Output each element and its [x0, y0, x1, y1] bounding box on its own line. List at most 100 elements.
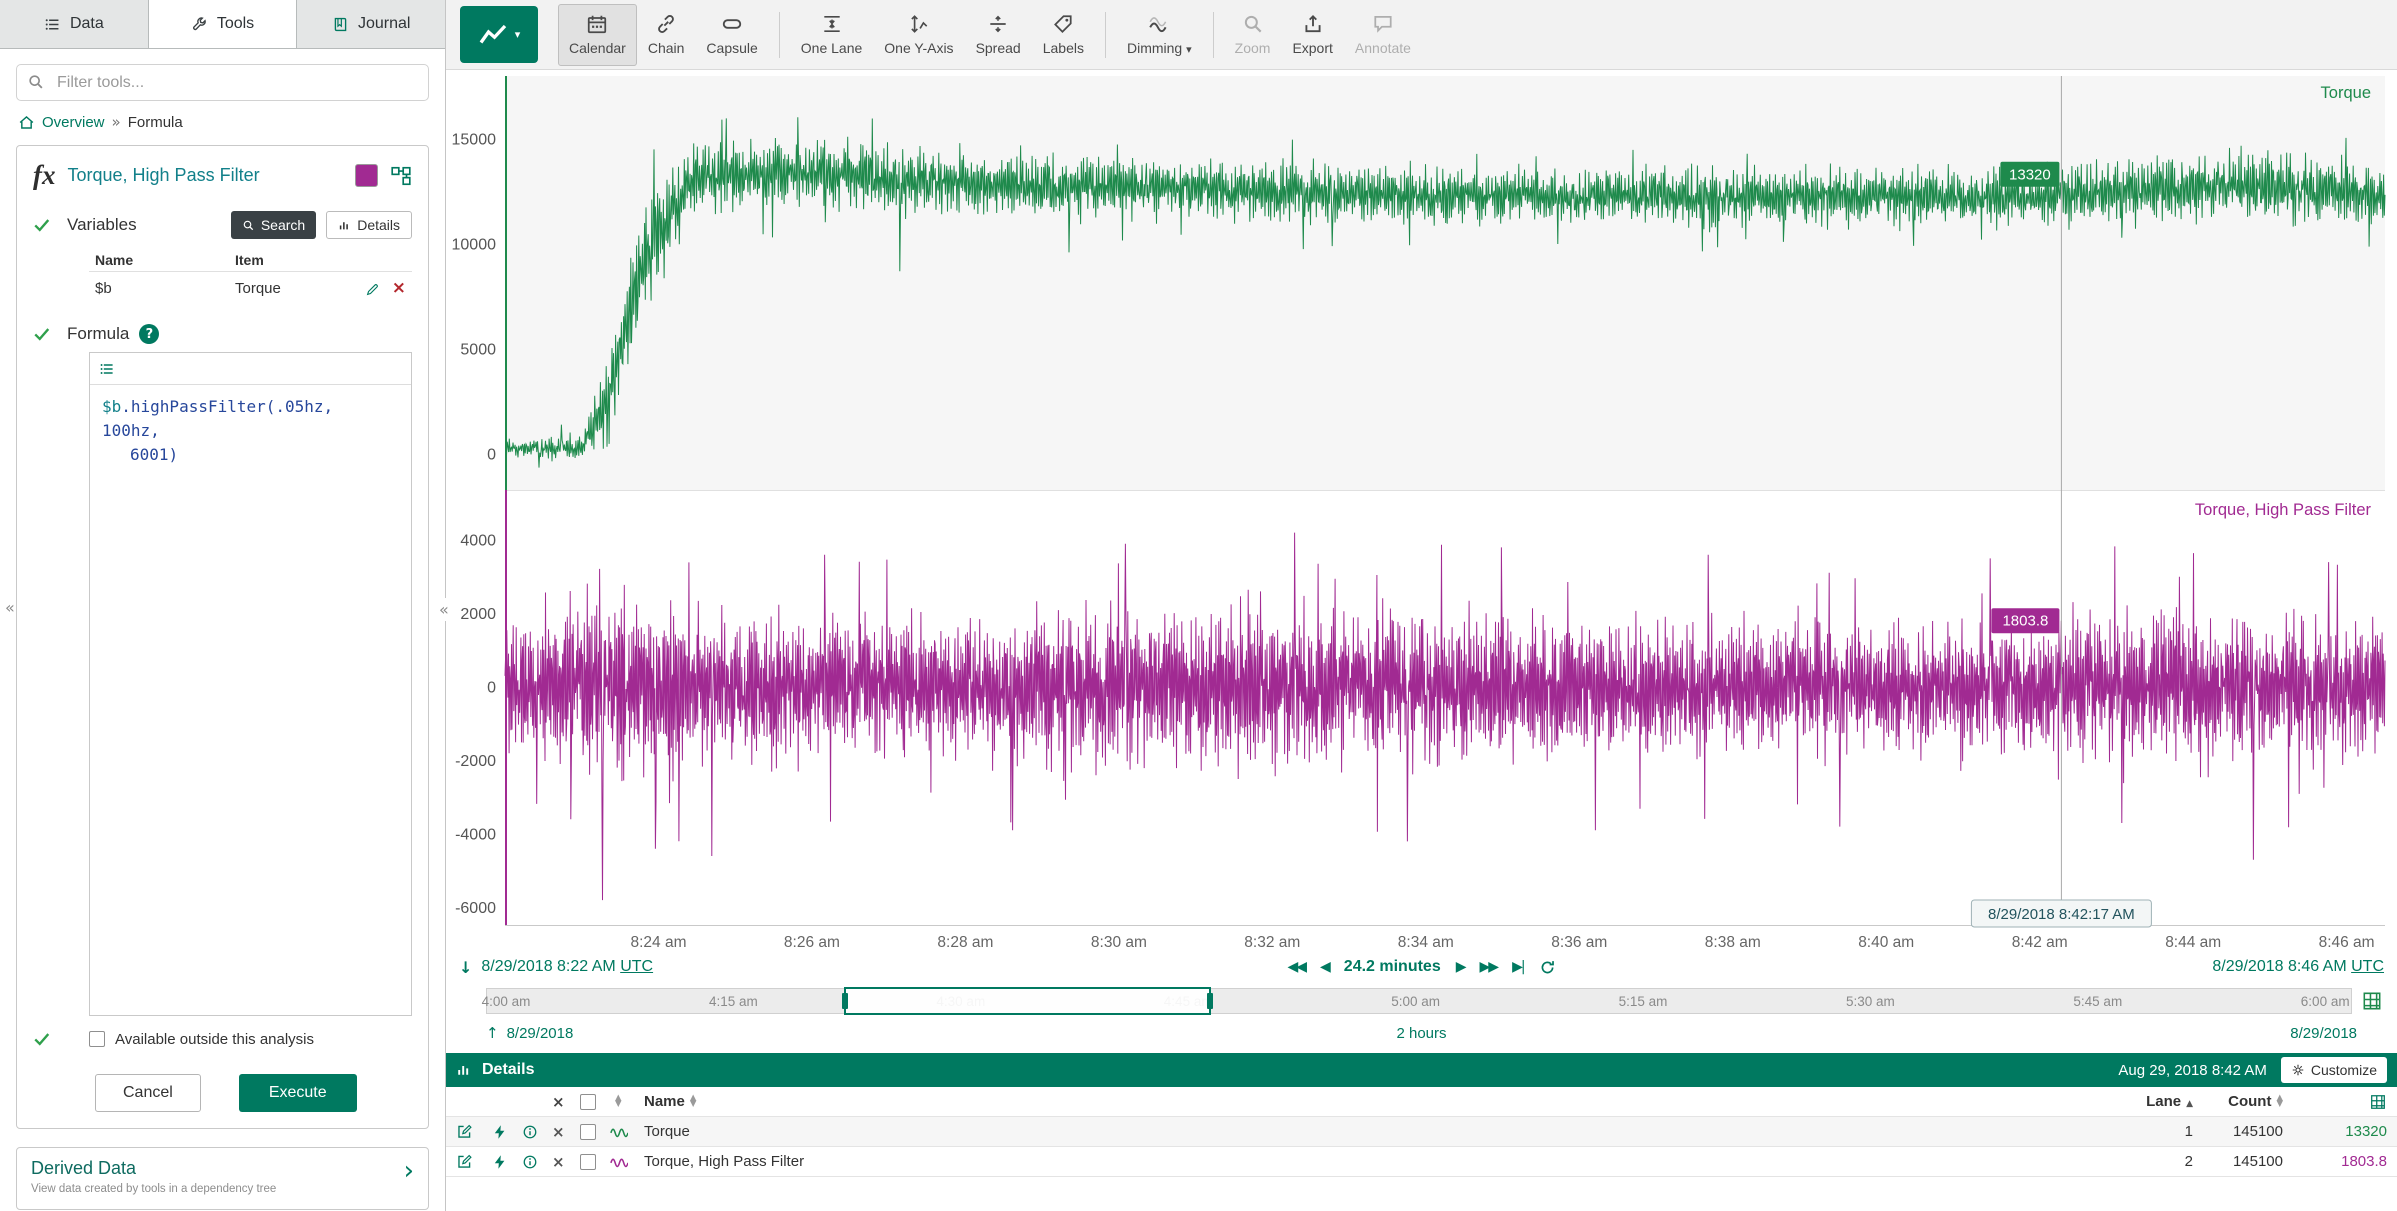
details-timestamp: Aug 29, 2018 8:42 AM — [2118, 1062, 2266, 1079]
tab-journal[interactable]: Journal — [297, 0, 445, 48]
details-table-header: ×▲▼Name▲▼Lane▲Count▲▼ — [446, 1087, 2397, 1117]
toolbar-button-export[interactable]: Export — [1281, 4, 1343, 66]
journal-icon — [332, 16, 349, 33]
dependency-tree-icon[interactable] — [390, 165, 412, 187]
select-all-checkbox[interactable] — [580, 1094, 596, 1110]
trend-chart[interactable]: 050001000015000400020000-2000-4000-60008… — [446, 70, 2397, 950]
y-axis-tick-label: 0 — [487, 447, 496, 464]
skip-back-icon[interactable]: ◀◀ — [1287, 959, 1305, 975]
details-panel: Details Aug 29, 2018 8:42 AM Customize ×… — [446, 1053, 2397, 1211]
range-start[interactable]: 8/29/2018 8:22 AM UTC — [481, 958, 653, 976]
sidebar-tabs: DataToolsJournal — [0, 0, 445, 49]
sort-icon[interactable]: ▲▼ — [690, 1096, 697, 1107]
x-axis-tick-label: 8:26 am — [784, 934, 840, 950]
item-info-icon[interactable] — [522, 1153, 552, 1170]
edit-variable-icon[interactable] — [365, 280, 380, 297]
details-title: Details — [482, 1061, 534, 1079]
toolbar-button-capsule[interactable]: Capsule — [695, 4, 768, 66]
range-start-timezone[interactable]: UTC — [620, 958, 653, 975]
select-item-checkbox[interactable] — [580, 1154, 596, 1170]
playback-controls: ◀◀ ◀ 24.2 minutes ▶ ▶▶ ▶| — [1287, 958, 1555, 976]
range-end-timezone[interactable]: UTC — [2351, 958, 2384, 975]
x-axis-tick-label: 8:44 am — [2165, 934, 2221, 950]
range-end[interactable]: 8/29/2018 8:46 AM UTC — [2212, 958, 2384, 976]
refresh-icon[interactable] — [1539, 959, 1556, 976]
signal-color-swatch[interactable] — [355, 164, 378, 187]
filter-tools — [16, 64, 429, 101]
formula-title-input[interactable]: Torque, High Pass Filter — [68, 165, 344, 186]
derived-data-panel[interactable]: Derived Data View data created by tools … — [16, 1147, 429, 1210]
info-icon — [522, 1124, 538, 1140]
execute-button[interactable]: Execute — [239, 1074, 357, 1112]
breadcrumb-overview[interactable]: Overview — [42, 114, 105, 131]
check-icon — [33, 1030, 57, 1048]
toolbar-button-spread[interactable]: Spread — [965, 4, 1032, 66]
toolbar-button-chain[interactable]: Chain — [637, 4, 696, 66]
toolbar-button-calendar[interactable]: Calendar — [558, 4, 637, 66]
remove-item-icon[interactable]: × — [552, 1123, 580, 1141]
customize-button[interactable]: Customize — [2281, 1057, 2387, 1083]
step-forward-icon[interactable]: ▶ — [1456, 959, 1465, 975]
toolbar-button-dimming[interactable]: Dimming ▾ — [1116, 4, 1203, 66]
toolbar-button-one-y-axis[interactable]: One Y-Axis — [873, 4, 964, 66]
step-back-icon[interactable]: ◀ — [1320, 959, 1329, 975]
zoom-icon — [1242, 13, 1264, 35]
timebar-duration[interactable]: 2 hours — [1396, 1025, 1446, 1042]
item-name[interactable]: Torque, High Pass Filter — [644, 1153, 2133, 1170]
selection-right-handle[interactable] — [1207, 993, 1213, 1009]
chevron-right-icon: › — [404, 1158, 414, 1184]
derive-item-icon[interactable] — [492, 1123, 522, 1140]
function-list-icon[interactable] — [99, 361, 115, 377]
list-icon — [44, 16, 61, 33]
y-axis-tick-label: -2000 — [455, 753, 496, 770]
formula-editor-toolbar — [90, 353, 411, 385]
selection-left-handle[interactable] — [842, 993, 848, 1009]
timebar-selection[interactable] — [844, 987, 1211, 1015]
select-item-checkbox[interactable] — [580, 1124, 596, 1140]
range-duration[interactable]: 24.2 minutes — [1344, 958, 1441, 976]
toolbar-button-label: Zoom — [1235, 40, 1271, 56]
toolbar-button-label: Labels — [1043, 40, 1084, 56]
item-info-icon[interactable] — [522, 1123, 552, 1140]
toolbar-button-label: Dimming ▾ — [1127, 40, 1192, 56]
x-axis-tick-label: 8:46 am — [2319, 934, 2375, 950]
filter-tools-input[interactable] — [16, 64, 429, 101]
cancel-button[interactable]: Cancel — [95, 1074, 201, 1112]
lane-column-header[interactable]: Lane▲ — [2133, 1093, 2193, 1110]
details-row: ×Torque114510013320 — [446, 1117, 2397, 1147]
y-axis-tick-label: 10000 — [452, 237, 497, 254]
collapse-left-icon[interactable]: « — [5, 598, 15, 617]
toolbar-button-one-lane[interactable]: One Lane — [790, 4, 874, 66]
available-outside-checkbox[interactable] — [89, 1031, 105, 1047]
chain-icon — [655, 13, 677, 35]
formula-fx-icon: fx — [33, 160, 56, 191]
formula-help-icon[interactable]: ? — [139, 324, 159, 344]
toolbar-button-labels[interactable]: Labels — [1032, 4, 1095, 66]
variables-details-button[interactable]: Details — [326, 211, 412, 239]
formula-editor: $b.highPassFilter(.05hz, 100hz,6001) — [89, 352, 412, 1016]
delete-variable-icon[interactable]: × — [392, 278, 406, 298]
edit-item-icon[interactable] — [456, 1123, 492, 1141]
name-column-header[interactable]: Name▲▼ — [644, 1093, 2133, 1110]
view-mode-button[interactable]: ▾ — [460, 6, 538, 63]
skip-forward-icon[interactable]: ▶▶ — [1480, 959, 1498, 975]
tab-tools[interactable]: Tools — [149, 0, 298, 48]
main-area: ▾ CalendarChainCapsule One LaneOne Y-Axis… — [446, 0, 2397, 1211]
remove-item-icon[interactable]: × — [552, 1153, 580, 1171]
variables-search-button[interactable]: Search — [231, 211, 316, 239]
home-icon[interactable] — [18, 114, 35, 131]
tab-data[interactable]: Data — [0, 0, 149, 48]
timebar-grid-icon[interactable] — [2361, 990, 2383, 1012]
formula-code-input[interactable]: $b.highPassFilter(.05hz, 100hz,6001) — [90, 385, 411, 1015]
item-name[interactable]: Torque — [644, 1123, 2133, 1140]
derive-item-icon[interactable] — [492, 1153, 522, 1170]
variables-row: Variables Search Details — [33, 211, 412, 239]
timebar-track[interactable]: 4:00 am4:15 am4:30 am4:45 am5:00 am5:15 … — [486, 988, 2352, 1014]
count-column-header[interactable]: Count▲▼ — [2193, 1093, 2283, 1110]
remove-column-header[interactable]: × — [552, 1093, 580, 1111]
collapse-sidebar-icon[interactable]: « — [437, 598, 451, 621]
sort-icon[interactable]: ▲▼ — [615, 1096, 622, 1107]
step-to-end-icon[interactable]: ▶| — [1512, 959, 1523, 975]
trend-chart-svg[interactable]: 050001000015000400020000-2000-4000-60008… — [446, 70, 2397, 950]
edit-item-icon[interactable] — [456, 1153, 492, 1171]
